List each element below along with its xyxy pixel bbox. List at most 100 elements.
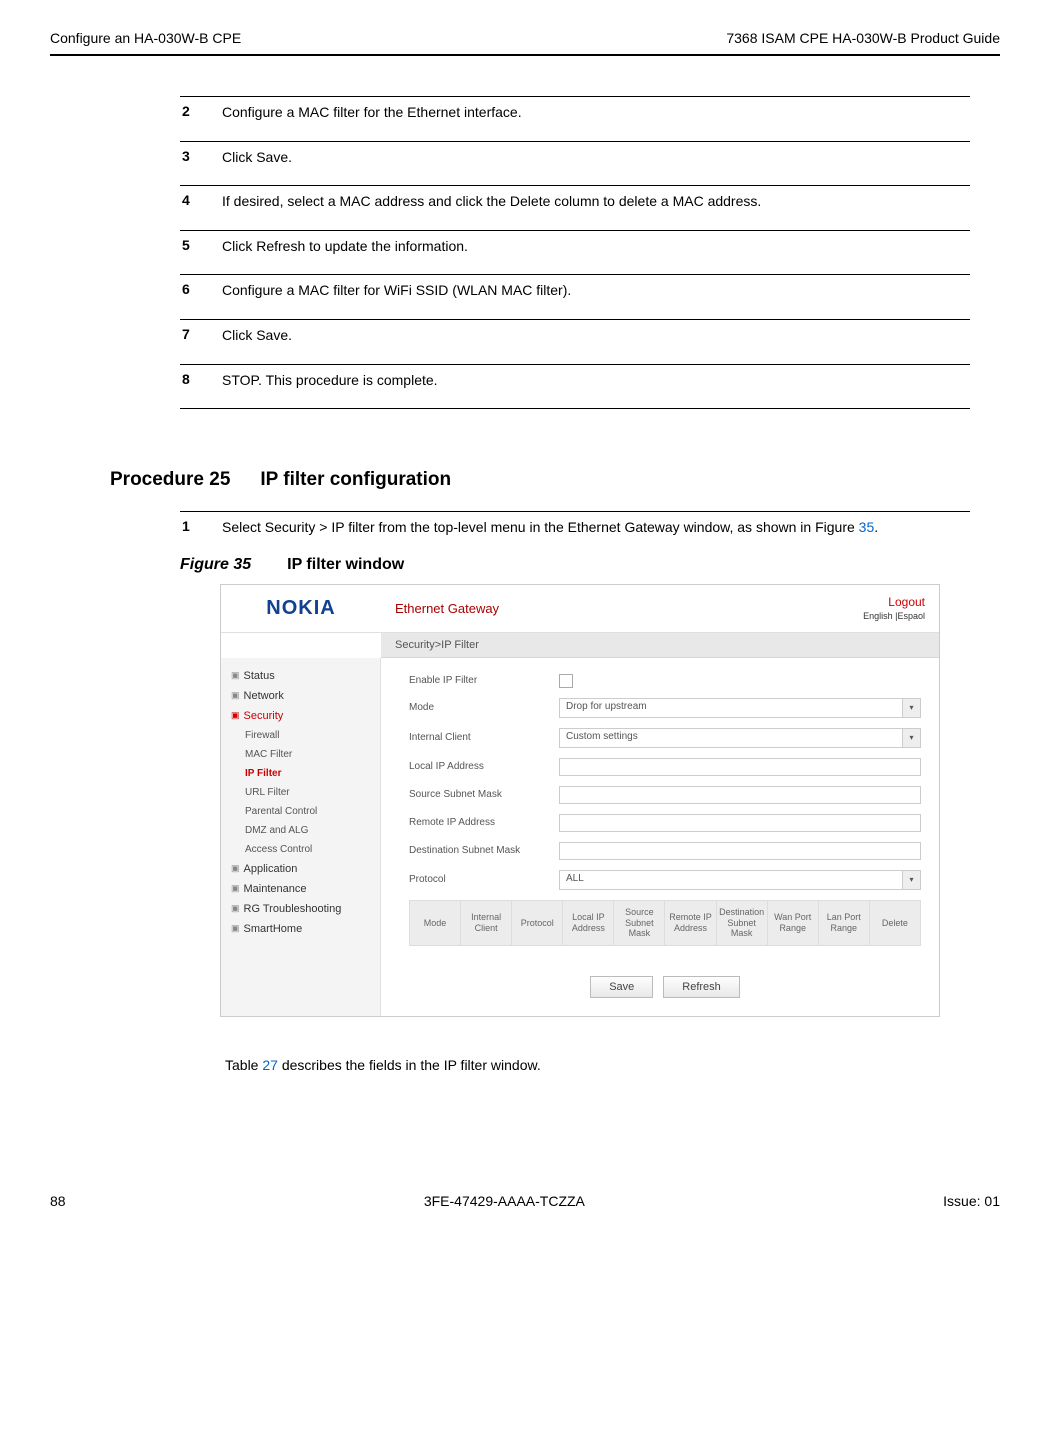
sidebar-sub-urlfilter[interactable]: URL Filter xyxy=(221,783,380,802)
table-link[interactable]: 27 xyxy=(262,1057,278,1073)
sidebar-sub-access[interactable]: Access Control xyxy=(221,840,380,859)
chevron-down-icon: ▾ xyxy=(902,871,920,889)
step-text: If desired, select a MAC address and cli… xyxy=(222,192,761,212)
chevron-down-icon: ▾ xyxy=(902,729,920,747)
sidebar-item-application[interactable]: ▣ Application xyxy=(221,859,380,879)
step-rule xyxy=(180,185,970,186)
step-num: 5 xyxy=(182,237,202,253)
th-client: Internal Client xyxy=(461,901,512,945)
step-text: Click Save. xyxy=(222,326,292,346)
header-left: Configure an HA-030W-B CPE xyxy=(50,30,241,46)
language-links[interactable]: English |Espaol xyxy=(863,611,925,621)
sidebar-sub-macfilter[interactable]: MAC Filter xyxy=(221,745,380,764)
main-panel: Enable IP Filter Mode Drop for upstream … xyxy=(381,658,939,1016)
issue-number: Issue: 01 xyxy=(943,1193,1000,1209)
step-num: 6 xyxy=(182,281,202,297)
figure-label: Figure 35 xyxy=(180,556,251,574)
expander-icon: ▣ xyxy=(231,883,240,894)
sidebar-sub-ipfilter[interactable]: IP Filter xyxy=(221,764,380,783)
step-rule xyxy=(180,230,970,231)
sidebar-item-maintenance[interactable]: ▣ Maintenance xyxy=(221,879,380,899)
save-button[interactable]: Save xyxy=(590,976,653,998)
page-footer: 88 3FE-47429-AAAA-TCZZA Issue: 01 xyxy=(50,1193,1000,1209)
row-protocol: Protocol ALL ▾ xyxy=(409,870,921,890)
step1-prefix: Select Security > IP filter from the top… xyxy=(222,519,859,535)
localip-label: Local IP Address xyxy=(409,761,559,772)
sidebar-label: Status xyxy=(244,670,275,682)
step-8: 8 STOP. This procedure is complete. xyxy=(180,364,970,391)
header-rule xyxy=(50,54,1000,56)
srcmask-input[interactable] xyxy=(559,786,921,804)
step-num: 2 xyxy=(182,103,202,119)
procedure-heading: Procedure 25 IP filter configuration xyxy=(110,469,1000,491)
header-right: 7368 ISAM CPE HA-030W-B Product Guide xyxy=(726,30,1000,46)
page-header: Configure an HA-030W-B CPE 7368 ISAM CPE… xyxy=(50,30,1000,46)
expander-icon: ▣ xyxy=(231,690,240,701)
page-number: 88 xyxy=(50,1193,66,1209)
sidebar-sub-firewall[interactable]: Firewall xyxy=(221,726,380,745)
figure-text: IP filter window xyxy=(287,556,404,574)
step-rule xyxy=(180,96,970,97)
protocol-label: Protocol xyxy=(409,874,559,885)
sidebar-item-status[interactable]: ▣Status xyxy=(221,666,380,686)
th-protocol: Protocol xyxy=(512,901,563,945)
button-row: Save Refresh xyxy=(409,976,921,998)
step-5: 5 Click Refresh to update the informatio… xyxy=(180,230,970,257)
af-suffix: describes the fields in the IP filter wi… xyxy=(278,1057,541,1073)
step-num: 4 xyxy=(182,192,202,208)
localip-input[interactable] xyxy=(559,758,921,776)
protocol-select[interactable]: ALL ▾ xyxy=(559,870,921,890)
dstmask-input[interactable] xyxy=(559,842,921,860)
enable-label: Enable IP Filter xyxy=(409,675,559,686)
sidebar-label: Maintenance xyxy=(244,883,307,895)
sidebar-item-rgtrouble[interactable]: ▣RG Troubleshooting xyxy=(221,899,380,919)
remoteip-input[interactable] xyxy=(559,814,921,832)
step-6: 6 Configure a MAC filter for WiFi SSID (… xyxy=(180,274,970,301)
step-4: 4 If desired, select a MAC address and c… xyxy=(180,185,970,212)
sidebar-label: RG Troubleshooting xyxy=(244,903,342,915)
expander-icon: ▣ xyxy=(231,863,240,874)
dstmask-label: Destination Subnet Mask xyxy=(409,845,559,856)
step-text: Click Refresh to update the information. xyxy=(222,237,468,257)
refresh-button[interactable]: Refresh xyxy=(663,976,740,998)
sidebar-item-security[interactable]: ▣Security xyxy=(221,706,380,726)
step1-suffix: . xyxy=(874,519,878,535)
expander-icon: ▣ xyxy=(231,710,240,721)
th-lanport: Lan Port Range xyxy=(819,901,870,945)
step-num: 1 xyxy=(182,518,202,534)
step-rule xyxy=(180,319,970,320)
step-num: 7 xyxy=(182,326,202,342)
gateway-title: Ethernet Gateway xyxy=(395,601,499,616)
th-dstmask: Destination Subnet Mask xyxy=(717,901,768,945)
step-3: 3 Click Save. xyxy=(180,141,970,168)
title-bar: Ethernet Gateway Logout English |Espaol xyxy=(381,595,939,621)
sidebar-sub-dmz[interactable]: DMZ and ALG xyxy=(221,821,380,840)
step-num: 3 xyxy=(182,148,202,164)
breadcrumb: Security>IP Filter xyxy=(381,633,939,658)
th-delete: Delete xyxy=(870,901,920,945)
logout-link[interactable]: Logout xyxy=(888,595,925,609)
step-rule xyxy=(180,364,970,365)
step-num: 8 xyxy=(182,371,202,387)
sidebar-item-network[interactable]: ▣Network xyxy=(221,686,380,706)
protocol-value: ALL xyxy=(560,871,902,889)
step-rule xyxy=(180,141,970,142)
procedure-label: Procedure 25 xyxy=(110,469,230,491)
figure-link[interactable]: 35 xyxy=(859,519,875,535)
sidebar-item-smarthome[interactable]: ▣SmartHome xyxy=(221,919,380,939)
row-mode: Mode Drop for upstream ▾ xyxy=(409,698,921,718)
step-text: Select Security > IP filter from the top… xyxy=(222,518,878,538)
sidebar-label: Application xyxy=(244,863,298,875)
client-select[interactable]: Custom settings ▾ xyxy=(559,728,921,748)
th-wanport: Wan Port Range xyxy=(768,901,819,945)
enable-checkbox[interactable] xyxy=(559,674,573,688)
step-1: 1 Select Security > IP filter from the t… xyxy=(180,511,970,538)
screenshot-body: ▣Status ▣Network ▣Security Firewall MAC … xyxy=(221,658,939,1016)
th-mode: Mode xyxy=(410,901,461,945)
row-srcmask: Source Subnet Mask xyxy=(409,786,921,804)
mode-value: Drop for upstream xyxy=(560,699,902,717)
sidebar-sub-parental[interactable]: Parental Control xyxy=(221,802,380,821)
mode-select[interactable]: Drop for upstream ▾ xyxy=(559,698,921,718)
step-7: 7 Click Save. xyxy=(180,319,970,346)
step-rule xyxy=(180,274,970,275)
